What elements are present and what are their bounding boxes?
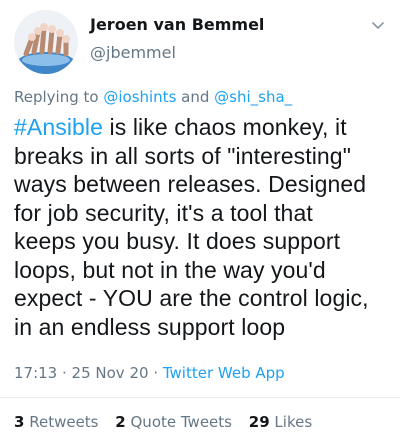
tweet-line: breaks in all sorts of "interesting" <box>14 142 351 169</box>
tweet-line: loops, but not in the way you'd <box>14 256 326 283</box>
tweet-line: in an endless support loop <box>14 313 286 340</box>
avatar[interactable] <box>14 10 78 74</box>
tweet-time[interactable]: 17:13 <box>14 364 57 382</box>
tweet-card: Jeroen van Bemmel @jbemmel Replying to @… <box>0 0 400 440</box>
author-name[interactable]: Jeroen van Bemmel <box>90 15 264 34</box>
tweet-line: for job security, it's a tool that <box>14 199 313 226</box>
reply-user-link-shi-sha[interactable]: @shi_sha_ <box>214 88 292 106</box>
tweet-line: #Ansible is like chaos monkey, it <box>14 114 347 140</box>
quote-tweets-stat[interactable]: 2 Quote Tweets <box>115 413 232 431</box>
reply-user-link-ioshints[interactable]: @ioshints <box>103 88 176 106</box>
replying-to: Replying to @ioshints and @shi_sha_ <box>14 88 292 106</box>
replying-conjunction: and <box>176 88 215 106</box>
divider <box>0 397 400 398</box>
hashtag-link[interactable]: #Ansible <box>14 114 103 140</box>
likes-count: 29 <box>248 413 270 431</box>
retweets-count: 3 <box>14 413 25 431</box>
tweet-line: expect - YOU are the control logic, <box>14 285 369 311</box>
quote-tweets-count: 2 <box>115 413 126 431</box>
retweets-label: Retweets <box>29 413 99 431</box>
author-handle[interactable]: @jbemmel <box>90 43 176 62</box>
tweet-line: keeps you busy. It does support <box>14 228 341 254</box>
tweet-source[interactable]: Twitter Web App <box>163 364 285 382</box>
tweet-meta: 17:13 · 25 Nov 20 · Twitter Web App <box>14 364 285 382</box>
retweets-stat[interactable]: 3 Retweets <box>14 413 99 431</box>
tweet-text: #Ansible is like chaos monkey, it breaks… <box>14 113 398 341</box>
replying-prefix: Replying to <box>14 88 104 106</box>
tweet-line: ways between releases. Designed <box>14 171 367 197</box>
avatar-image <box>14 10 78 74</box>
tweet-date[interactable]: 25 Nov 20 <box>72 364 149 382</box>
likes-stat[interactable]: 29 Likes <box>249 413 312 431</box>
quote-tweets-label: Quote Tweets <box>130 413 232 431</box>
engagement-stats: 3 Retweets 2 Quote Tweets 29 Likes <box>14 413 324 431</box>
chevron-down-icon[interactable] <box>370 18 386 34</box>
likes-label: Likes <box>274 413 313 431</box>
